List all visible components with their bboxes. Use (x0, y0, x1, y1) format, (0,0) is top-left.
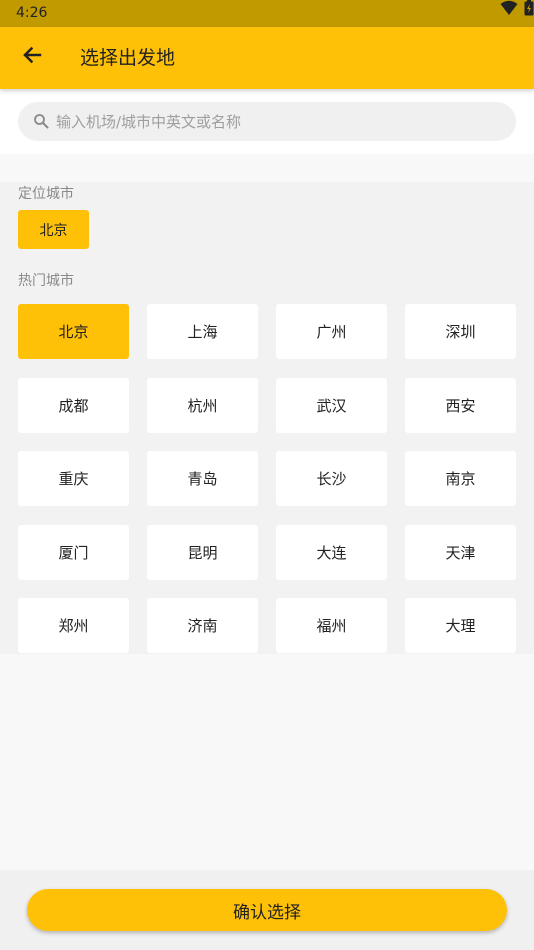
divider-strip (0, 154, 534, 182)
wifi-icon (500, 0, 518, 16)
city-cell[interactable]: 西安 (405, 377, 516, 433)
back-button[interactable] (14, 39, 50, 75)
city-cell[interactable]: 长沙 (276, 451, 387, 506)
confirm-button[interactable]: 确认选择 (27, 889, 507, 931)
bottom-bar: 确认选择 (0, 870, 534, 950)
city-cell[interactable]: 郑州 (18, 598, 129, 653)
city-cell[interactable]: 北京 (18, 304, 129, 359)
status-time: 4:26 (16, 5, 48, 21)
arrow-left-icon (22, 45, 42, 69)
city-cell[interactable]: 天津 (405, 524, 516, 580)
page-title: 选择出发地 (80, 47, 176, 69)
search-box[interactable] (18, 102, 516, 141)
empty-area (0, 654, 534, 870)
city-cell[interactable]: 南京 (405, 451, 516, 506)
city-cell[interactable]: 武汉 (276, 377, 387, 433)
search-section (0, 89, 534, 154)
status-bar: 4:26 (0, 0, 534, 27)
hot-cities-label: 热门城市 (18, 273, 74, 289)
city-cell[interactable]: 重庆 (18, 451, 129, 506)
located-city-chip[interactable]: 北京 (18, 210, 89, 249)
city-cell[interactable]: 深圳 (405, 304, 516, 359)
city-cell[interactable]: 大理 (405, 598, 516, 653)
city-cell[interactable]: 厦门 (18, 524, 129, 580)
city-cell[interactable]: 杭州 (147, 377, 258, 433)
city-cell[interactable]: 大连 (276, 524, 387, 580)
city-cell[interactable]: 青岛 (147, 451, 258, 506)
battery-icon (524, 0, 534, 16)
city-list: 定位城市 北京 热门城市 北京 上海 广州 深圳 成都 杭州 武汉 西安 重庆 青岛 长沙 南京 厦门昆… (0, 182, 534, 654)
city-cell[interactable]: 广州 (276, 304, 387, 359)
city-cell[interactable]: 上海 (147, 304, 258, 359)
city-cell[interactable]: 济南 (147, 598, 258, 653)
hot-cities-grid: 北京 上海 广州 深圳成都 杭州 武汉 西安重庆 青岛 长沙 南京厦门 昆明 大连 天津郑州 济南 福州 大理 (18, 304, 516, 654)
app-bar: 选择出发地 (0, 27, 534, 89)
city-cell[interactable]: 成都 (18, 377, 129, 433)
search-icon (33, 113, 49, 129)
search-input[interactable] (56, 102, 496, 141)
city-cell[interactable]: 福州 (276, 598, 387, 653)
located-city-label: 定位城市 (18, 186, 74, 202)
city-cell[interactable]: 昆明 (147, 524, 258, 580)
